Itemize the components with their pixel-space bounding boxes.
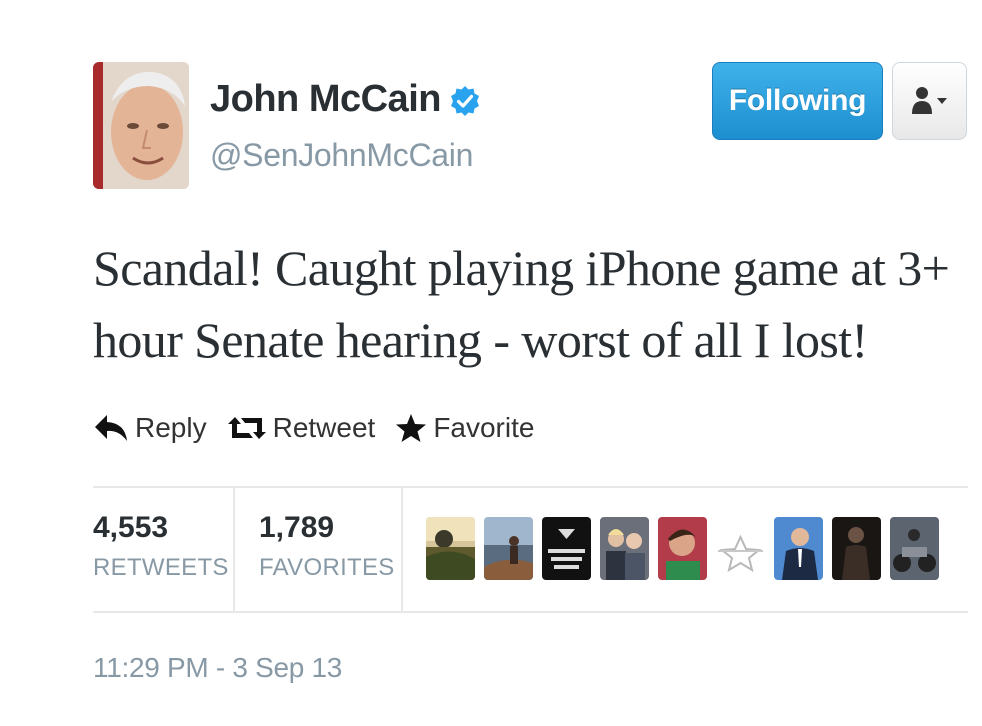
stats-separator (233, 488, 235, 611)
favorites-count: 1,789 (259, 511, 335, 544)
avatar-photo-band-logo (542, 517, 591, 580)
retweet-button[interactable]: Retweet (227, 412, 376, 444)
favoriter-avatar[interactable] (484, 517, 533, 580)
favoriter-avatar[interactable] (542, 517, 591, 580)
user-actions-dropdown[interactable] (892, 62, 967, 140)
tweet-actions: Reply Retweet Favorite (93, 412, 554, 444)
favoriter-avatar[interactable] (658, 517, 707, 580)
user-dropdown-icon (911, 87, 947, 114)
favorite-label: Favorite (433, 412, 535, 443)
favorite-button[interactable]: Favorite (395, 412, 534, 444)
retweet-icon (227, 417, 266, 439)
retweets-stat[interactable]: 4,553 RETWEETS (93, 510, 229, 582)
avatar-photo-suit (774, 517, 823, 580)
avatar-photo-group (600, 517, 649, 580)
avatar-photo-selfie (658, 517, 707, 580)
favoriter-avatar[interactable] (890, 517, 939, 580)
author-name-row: John McCain (210, 78, 481, 121)
stats-divider-top (93, 486, 968, 488)
favoriter-avatar[interactable] (426, 517, 475, 580)
tweet-timestamp[interactable]: 11:29 PM - 3 Sep 13 (93, 652, 342, 684)
stats-divider-bottom (93, 611, 968, 613)
retweet-label: Retweet (272, 412, 376, 443)
reply-label: Reply (135, 412, 207, 443)
tweet-text: Scandal! Caught playing iPhone game at 3… (93, 240, 950, 368)
profile-photo (93, 62, 189, 189)
avatar-photo-dark-figure (832, 517, 881, 580)
favorites-label: FAVORITES (259, 554, 395, 581)
tweet-card: John McCain @SenJohnMcCain Following Sca… (0, 0, 982, 726)
favoriter-avatar[interactable] (716, 517, 765, 580)
verified-badge-icon (449, 84, 481, 116)
avatar-default-egg (716, 517, 765, 580)
avatar-photo-sunset (426, 517, 475, 580)
stats-separator (401, 488, 403, 611)
author-name[interactable]: John McCain (210, 78, 441, 121)
avatar-photo-motorcycle (890, 517, 939, 580)
favoriter-avatar[interactable] (600, 517, 649, 580)
favorites-stat[interactable]: 1,789 FAVORITES (259, 510, 395, 582)
retweets-label: RETWEETS (93, 554, 229, 581)
favoriters-avatar-list (426, 517, 939, 580)
avatar-photo-coast (484, 517, 533, 580)
following-button[interactable]: Following (712, 62, 883, 140)
favoriter-avatar[interactable] (832, 517, 881, 580)
author-handle[interactable]: @SenJohnMcCain (210, 137, 473, 174)
favoriter-avatar[interactable] (774, 517, 823, 580)
retweets-count: 4,553 (93, 511, 169, 544)
reply-button[interactable]: Reply (93, 412, 207, 444)
reply-icon (95, 415, 127, 441)
profile-avatar[interactable] (93, 62, 189, 189)
star-icon (396, 414, 427, 442)
